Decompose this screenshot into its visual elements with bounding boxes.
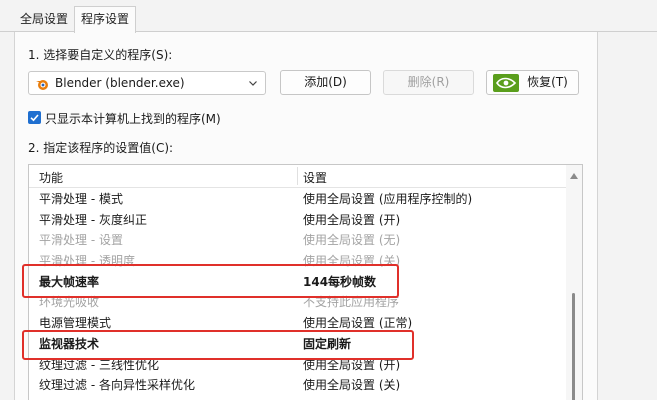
setting-cell: 固定刷新 <box>303 336 352 351</box>
add-program-button[interactable]: 添加(D) <box>280 70 371 95</box>
remove-program-button[interactable]: 删除(R) <box>383 70 474 95</box>
setting-cell: 使用全局设置 (正常) <box>303 316 413 331</box>
chevron-down-icon <box>249 81 257 86</box>
setting-cell: 使用全局设置 (应用程序控制的) <box>303 192 473 206</box>
select-program-label: 1. 选择要自定义的程序(S): <box>28 48 173 62</box>
program-select-value: Blender (blender.exe) <box>55 76 185 90</box>
setting-cell: 使用全局设置 (关) <box>303 378 401 393</box>
checkmark-icon <box>30 114 39 122</box>
program-select[interactable]: Blender (blender.exe) <box>28 71 266 95</box>
scroll-up-arrow-icon[interactable] <box>570 173 578 179</box>
table-row[interactable]: 平滑处理 - 设置 使用全局设置 (无) <box>29 228 566 249</box>
table-row[interactable]: 纹理过滤 - 各向异性采样优化 使用全局设置 (关) <box>29 373 566 394</box>
settings-list: 功能 设置 平滑处理 - 模式 使用全局设置 (应用程序控制的) 平滑处理 - … <box>28 164 583 400</box>
restore-button[interactable]: 恢复(T) <box>486 70 579 95</box>
column-divider[interactable] <box>297 167 298 185</box>
feature-cell: 环境光吸收 <box>39 295 100 310</box>
setting-cell: 使用全局设置 (无) <box>303 233 401 248</box>
table-row[interactable]: 电源管理模式 使用全局设置 (正常) <box>29 311 566 332</box>
table-row-max-frame-rate[interactable]: 最大帧速率 144每秒帧数 <box>29 270 566 291</box>
feature-cell: 平滑处理 - 透明度 <box>39 254 135 269</box>
feature-cell: 平滑处理 - 设置 <box>39 233 123 248</box>
table-row[interactable]: 环境光吸收 不支持此应用程序 <box>29 290 566 311</box>
setting-cell: 使用全局设置 (开) <box>303 212 401 227</box>
column-feature[interactable]: 功能 <box>39 169 63 186</box>
feature-cell: 平滑处理 - 模式 <box>39 192 123 206</box>
tab-strip: 全局设置 程序设置 <box>0 0 657 33</box>
table-row[interactable]: 平滑处理 - 模式 使用全局设置 (应用程序控制的) <box>29 187 566 208</box>
restore-button-label: 恢复(T) <box>527 75 568 89</box>
setting-cell: 使用全局设置 (关) <box>303 254 401 269</box>
feature-cell: 平滑处理 - 灰度纠正 <box>39 212 147 227</box>
column-setting[interactable]: 设置 <box>303 169 327 186</box>
feature-cell: 纹理过滤 - 三线性优化 <box>39 357 159 372</box>
feature-cell: 电源管理模式 <box>39 316 112 331</box>
table-row-monitor-technology[interactable]: 监视器技术 固定刷新 <box>29 332 566 353</box>
setting-cell: 使用全局设置 (开) <box>303 357 401 372</box>
feature-cell: 监视器技术 <box>39 336 100 351</box>
specify-settings-label: 2. 指定该程序的设置值(C): <box>28 141 174 155</box>
tab-program-settings[interactable]: 程序设置 <box>74 6 137 33</box>
show-local-programs-checkbox[interactable] <box>28 111 41 124</box>
blender-icon <box>36 80 48 90</box>
tab-global-settings[interactable]: 全局设置 <box>14 7 74 31</box>
show-local-programs-label: 只显示本计算机上找到的程序(M) <box>45 112 221 126</box>
table-row[interactable]: 平滑处理 - 透明度 使用全局设置 (关) <box>29 249 566 270</box>
vertical-scrollbar[interactable] <box>566 165 582 400</box>
feature-cell: 纹理过滤 - 各向异性采样优化 <box>39 378 195 393</box>
nvidia-logo-icon <box>493 74 519 92</box>
settings-list-header: 功能 设置 <box>29 165 566 188</box>
scrollbar-thumb[interactable] <box>572 293 575 400</box>
table-row[interactable]: 纹理过滤 - 三线性优化 使用全局设置 (开) <box>29 353 566 374</box>
settings-rows: 平滑处理 - 模式 使用全局设置 (应用程序控制的) 平滑处理 - 灰度纠正 使… <box>29 187 566 394</box>
table-row[interactable]: 平滑处理 - 灰度纠正 使用全局设置 (开) <box>29 208 566 229</box>
setting-cell: 不支持此应用程序 <box>303 295 400 310</box>
setting-cell: 144每秒帧数 <box>303 274 377 289</box>
feature-cell: 最大帧速率 <box>39 274 100 289</box>
